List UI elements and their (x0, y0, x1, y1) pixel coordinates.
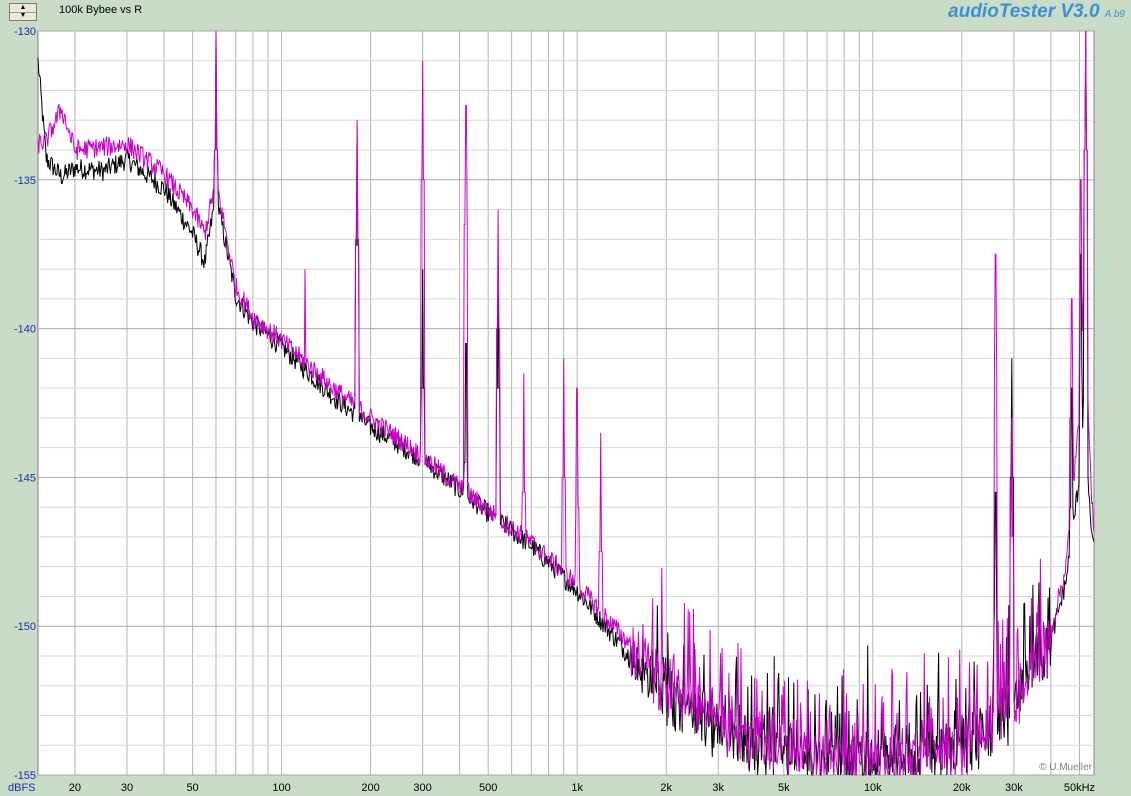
y-tick-label: -135 (14, 175, 36, 187)
x-tick-label: 5k (778, 782, 790, 794)
x-tick-label: 30k (1005, 782, 1023, 794)
x-tick-label: 3k (712, 782, 724, 794)
x-tick-label: 10k (864, 782, 882, 794)
y-tick-label: -130 (14, 26, 36, 38)
plot-area (37, 30, 1095, 776)
x-tick-label: 1k (571, 782, 583, 794)
y-unit-label: dBFS (8, 782, 36, 794)
y-tick-label: -155 (14, 770, 36, 782)
spectrum-chart: -130 -135 -140 -145 -150 -155 20 30 50 100 200 300… (8, 26, 1095, 794)
y-tick-label: -140 (14, 324, 36, 336)
x-tick-label: 20k (953, 782, 971, 794)
copyright-label: © U.Mueller (1039, 762, 1093, 773)
y-tick-label: -145 (14, 472, 36, 484)
x-tick-label: 50 (186, 782, 198, 794)
x-axis-ticks: 20 30 50 100 200 300 500 1k 2k 3k 5k 10k 20k 30k 50kHz (69, 782, 1095, 794)
y-axis-ticks: -130 -135 -140 -145 -150 -155 (14, 26, 36, 782)
x-tick-label: 30 (121, 782, 133, 794)
x-tick-label: 500 (479, 782, 497, 794)
x-tick-label: 300 (413, 782, 431, 794)
y-tick-label: -150 (14, 621, 36, 633)
x-tick-label: 200 (361, 782, 379, 794)
x-tick-label: 50kHz (1064, 782, 1095, 794)
x-tick-label: 100 (272, 782, 290, 794)
x-tick-label: 2k (660, 782, 672, 794)
x-tick-label: 20 (69, 782, 81, 794)
